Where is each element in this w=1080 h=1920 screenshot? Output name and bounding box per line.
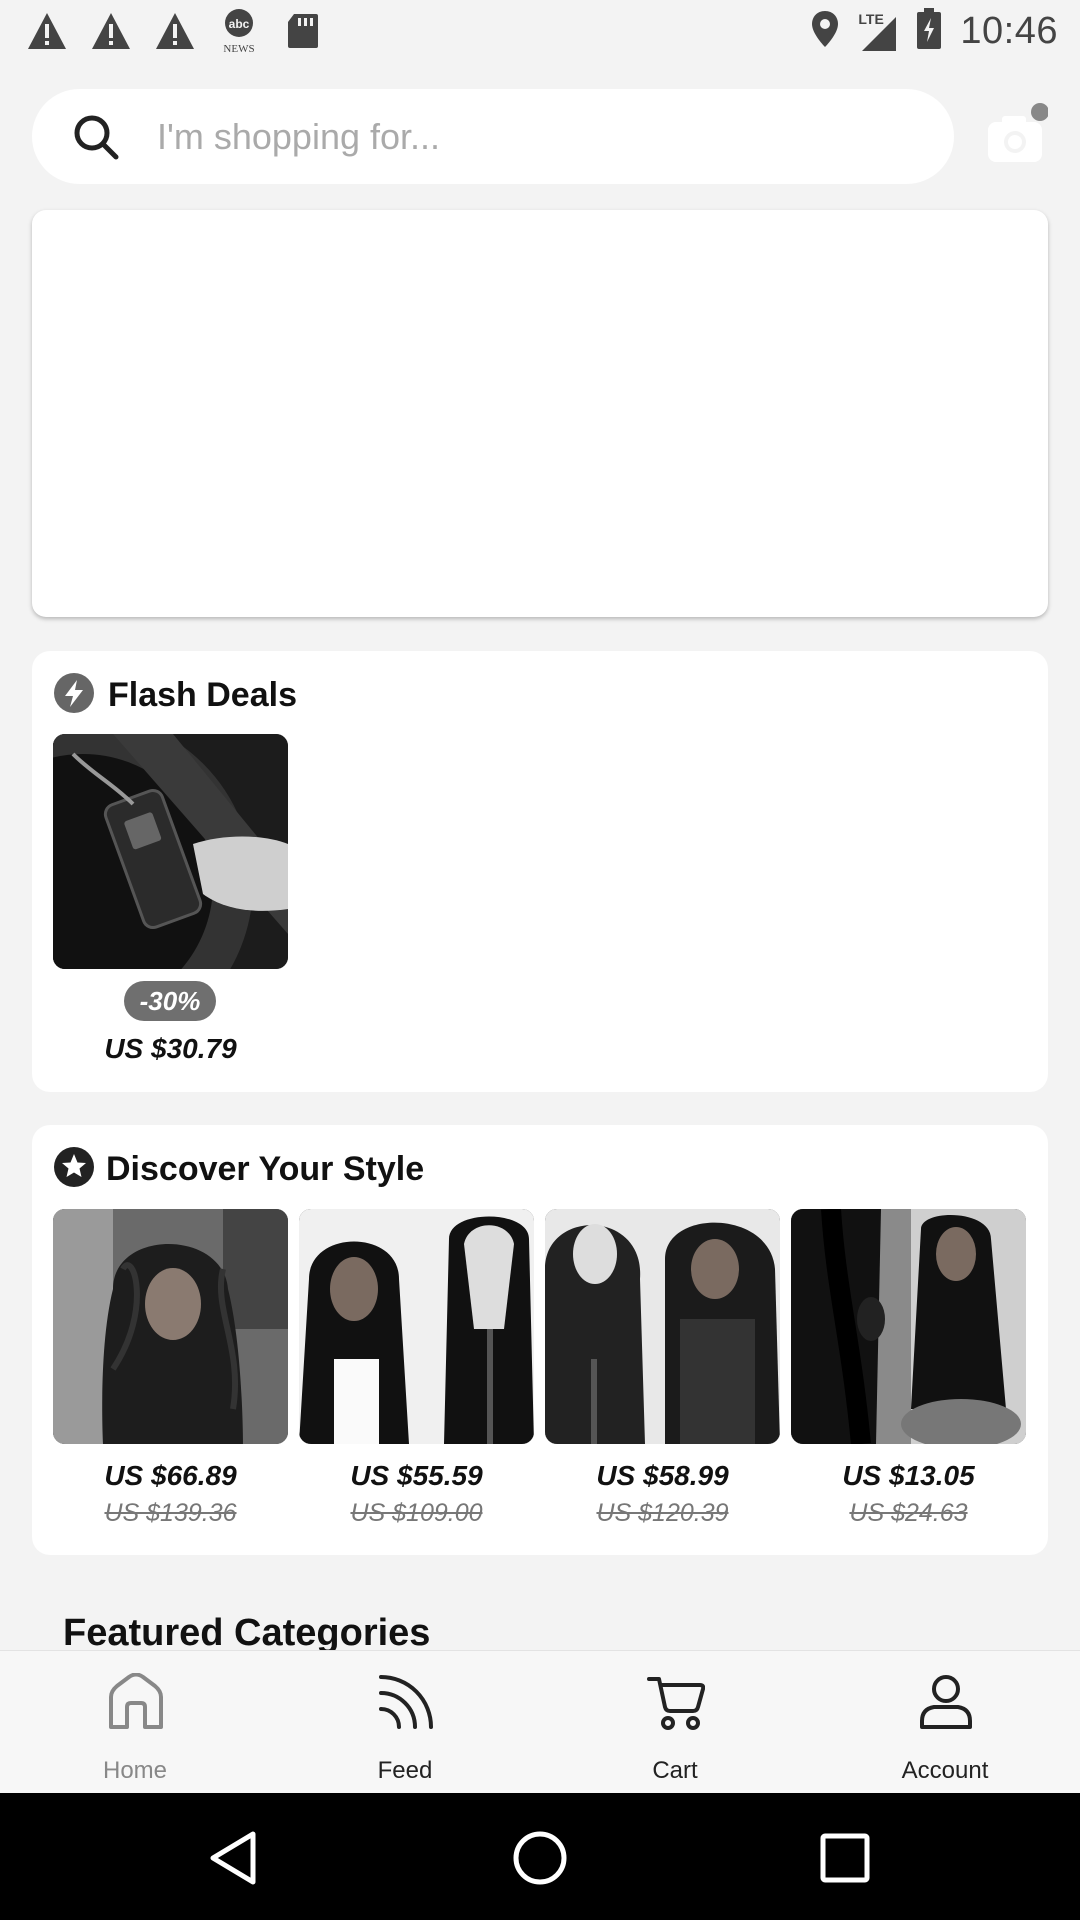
tab-feed[interactable]: Feed [270, 1651, 540, 1794]
abc-news-icon: abc NEWS [218, 9, 260, 54]
style-product-old-price: US $120.39 [596, 1499, 729, 1527]
style-product-image[interactable] [545, 1209, 780, 1444]
tab-cart[interactable]: Cart [540, 1651, 810, 1794]
system-icons: LTE 10:46 [810, 8, 1058, 55]
style-product-old-price: US $139.36 [104, 1499, 237, 1527]
svg-text:abc: abc [229, 17, 250, 31]
network-type: LTE [858, 10, 884, 27]
warning-icon [26, 10, 68, 52]
status-bar: abc NEWS LTE 10:46 [0, 0, 1080, 62]
home-icon [107, 1672, 165, 1731]
promo-banner[interactable] [32, 210, 1048, 617]
style-product-price: US $13.05 [842, 1460, 975, 1491]
style-product-price: US $66.89 [104, 1460, 237, 1491]
search-bar[interactable] [32, 89, 954, 184]
tab-account-label: Account [901, 1757, 989, 1784]
account-icon [917, 1673, 975, 1731]
signal-icon: LTE [858, 11, 898, 53]
search-icon[interactable] [72, 113, 120, 161]
warning-icon [154, 10, 196, 52]
clock: 10:46 [960, 10, 1058, 52]
bottom-tab-bar: Home Feed Cart Account [0, 1650, 1080, 1793]
tab-cart-label: Cart [652, 1757, 698, 1784]
home-button-icon[interactable] [510, 1828, 570, 1888]
style-product-old-price: US $109.00 [350, 1499, 483, 1527]
featured-categories-title: Featured Categories [63, 1612, 431, 1654]
discover-style-title: Discover Your Style [106, 1150, 425, 1188]
cart-icon [647, 1673, 706, 1731]
recents-icon[interactable] [815, 1828, 875, 1888]
discount-badge: -30% [124, 981, 216, 1021]
feed-icon [377, 1673, 435, 1731]
style-product-image[interactable] [299, 1209, 534, 1444]
tab-account[interactable]: Account [810, 1651, 1080, 1794]
flash-deal-price: US $30.79 [104, 1033, 237, 1064]
lightning-icon [53, 672, 95, 714]
flash-deal-product-image[interactable] [53, 734, 288, 969]
flash-deals-title: Flash Deals [108, 676, 297, 714]
camera-icon[interactable] [986, 100, 1049, 170]
notification-icons: abc NEWS [26, 9, 324, 54]
back-icon[interactable] [205, 1828, 265, 1888]
abc-news-label: NEWS [223, 43, 254, 54]
discover-style-section: Discover Your Style US $66.89 US $139.36… [32, 1125, 1048, 1555]
star-badge-icon [53, 1146, 95, 1188]
battery-icon [916, 8, 942, 55]
warning-icon [90, 10, 132, 52]
tab-home[interactable]: Home [0, 1651, 270, 1794]
style-product-image[interactable] [53, 1209, 288, 1444]
tab-feed-label: Feed [377, 1757, 433, 1784]
style-product-image[interactable] [791, 1209, 1026, 1444]
search-input[interactable] [157, 107, 917, 167]
style-product-price: US $58.99 [596, 1460, 729, 1491]
style-product-price: US $55.59 [350, 1460, 483, 1491]
system-navigation-bar [0, 1793, 1080, 1920]
location-icon [810, 9, 840, 54]
sd-card-icon [282, 10, 324, 52]
tab-home-label: Home [102, 1757, 168, 1784]
style-product-old-price: US $24.63 [849, 1499, 968, 1527]
flash-deals-section: Flash Deals -30% US $30.79 [32, 651, 1048, 1092]
